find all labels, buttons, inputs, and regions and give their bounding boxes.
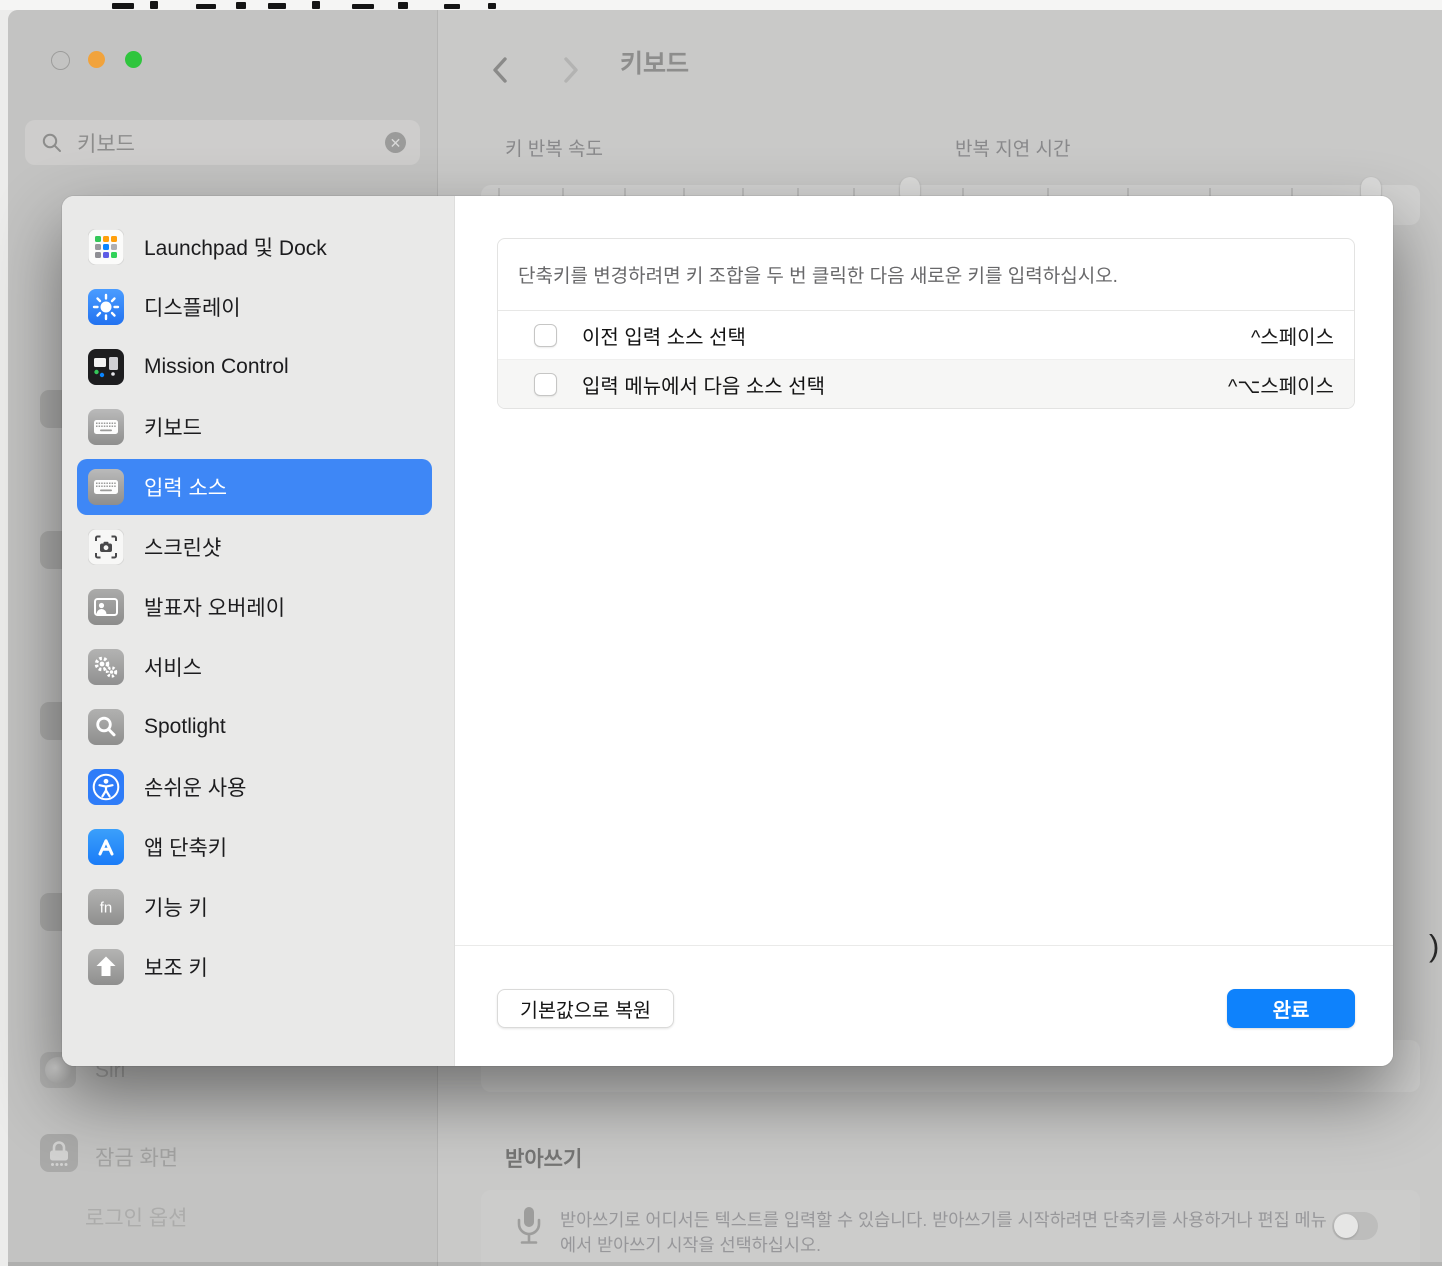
sidebar-item-label: Mission Control bbox=[144, 355, 289, 379]
screenshot-icon bbox=[88, 529, 124, 565]
sidebar-item-label: 발표자 오버레이 bbox=[144, 592, 285, 622]
shortcuts-category-sidebar: Launchpad 및 Dock 디스플레이 Mission Control 키보드입… bbox=[62, 196, 455, 1066]
lock-icon bbox=[40, 1134, 78, 1172]
spotlight-icon bbox=[88, 709, 124, 745]
repeat-delay-label: 반복 지연 시간 bbox=[955, 134, 1070, 161]
dictation-toggle[interactable] bbox=[1332, 1212, 1378, 1240]
sidebar-item-3[interactable]: 키보드 bbox=[77, 399, 432, 455]
search-clear-icon[interactable]: ✕ bbox=[385, 132, 406, 153]
sidebar-item-9[interactable]: 손쉬운 사용 bbox=[77, 759, 432, 815]
right-edge-glyph: ) bbox=[1429, 928, 1439, 964]
svg-text:fn: fn bbox=[100, 900, 113, 917]
function-keys-icon: fn bbox=[88, 889, 124, 925]
instruction-text: 단축키를 변경하려면 키 조합을 두 번 클릭한 다음 새로운 키를 입력하십시… bbox=[498, 239, 1354, 311]
key-repeat-label: 키 반복 속도 bbox=[505, 134, 603, 161]
shortcut-row[interactable]: 입력 메뉴에서 다음 소스 선택 ^⌥스페이스 bbox=[498, 359, 1354, 408]
back-chevron-icon[interactable] bbox=[489, 54, 511, 86]
shortcuts-content: 단축키를 변경하려면 키 조합을 두 번 클릭한 다음 새로운 키를 입력하십시… bbox=[455, 196, 1393, 1066]
shortcut-keys: ^스페이스 bbox=[1251, 321, 1334, 350]
zoom-window-button[interactable] bbox=[125, 51, 142, 68]
mission-control-icon bbox=[88, 349, 124, 385]
sidebar-item-11[interactable]: fn 기능 키 bbox=[77, 879, 432, 935]
sidebar-item-label: 서비스 bbox=[144, 652, 202, 682]
sidebar-item-2[interactable]: Mission Control bbox=[77, 339, 432, 395]
microphone-icon bbox=[515, 1204, 543, 1257]
dictation-description: 받아쓰기로 어디서든 텍스트를 입력할 수 있습니다. 받아쓰기를 시작하려면 … bbox=[560, 1208, 1340, 1258]
display-icon bbox=[88, 289, 124, 325]
restore-defaults-button[interactable]: 기본값으로 복원 bbox=[497, 989, 674, 1028]
modifier-keys-icon bbox=[88, 949, 124, 985]
sidebar-item-label: 앱 단축키 bbox=[144, 832, 227, 862]
search-input[interactable] bbox=[75, 130, 359, 156]
done-button[interactable]: 완료 bbox=[1227, 989, 1355, 1028]
search-icon bbox=[41, 132, 63, 154]
sidebar-item-12[interactable]: 보조 키 bbox=[77, 939, 432, 995]
sidebar-item-label: 기능 키 bbox=[144, 892, 208, 922]
forward-chevron-icon[interactable] bbox=[560, 54, 582, 86]
shortcut-checkbox[interactable] bbox=[534, 324, 557, 347]
sidebar-item-label: Spotlight bbox=[144, 715, 226, 739]
sidebar-item-label: 스크린샷 bbox=[144, 532, 221, 562]
shortcuts-table: 단축키를 변경하려면 키 조합을 두 번 클릭한 다음 새로운 키를 입력하십시… bbox=[497, 238, 1355, 409]
sidebar-item-label: 손쉬운 사용 bbox=[144, 772, 246, 802]
close-window-button[interactable] bbox=[51, 51, 70, 70]
sidebar-item-0[interactable]: Launchpad 및 Dock bbox=[77, 219, 432, 275]
footer-divider bbox=[455, 945, 1393, 946]
input-sources-icon bbox=[88, 469, 124, 505]
dictation-heading: 받아쓰기 bbox=[505, 1143, 582, 1173]
sidebar-item-label: 입력 소스 bbox=[144, 472, 227, 502]
top-cutoff-strip bbox=[0, 0, 1442, 10]
accessibility-icon bbox=[88, 769, 124, 805]
dictation-card: 받아쓰기로 어디서든 텍스트를 입력할 수 있습니다. 받아쓰기를 시작하려면 … bbox=[481, 1190, 1420, 1266]
shortcut-label: 입력 메뉴에서 다음 소스 선택 bbox=[582, 370, 825, 399]
sidebar-item-label: Launchpad 및 Dock bbox=[144, 232, 327, 262]
sidebar-item-7[interactable]: 서비스 bbox=[77, 639, 432, 695]
sidebar-item-login-options[interactable]: 로그인 옵션 bbox=[85, 1202, 187, 1232]
sidebar-item-label: 키보드 bbox=[144, 412, 202, 442]
sidebar-item-8[interactable]: Spotlight bbox=[77, 699, 432, 755]
keyboard-shortcuts-dialog: Launchpad 및 Dock디스플레이Mission Control키보드입… bbox=[62, 196, 1393, 1066]
shortcut-row[interactable]: 이전 입력 소스 선택 ^스페이스 bbox=[498, 311, 1354, 359]
sidebar-item-label: 보조 키 bbox=[144, 952, 208, 982]
services-icon bbox=[88, 649, 124, 685]
presenter-overlay-icon bbox=[88, 589, 124, 625]
sidebar-item-5[interactable]: 스크린샷 bbox=[77, 519, 432, 575]
sidebar-item-label: 디스플레이 bbox=[144, 292, 241, 322]
sidebar-search-field[interactable]: ✕ bbox=[25, 120, 420, 165]
keyboard-icon bbox=[88, 409, 124, 445]
sidebar-item-4[interactable]: 입력 소스 bbox=[77, 459, 432, 515]
shortcut-label: 이전 입력 소스 선택 bbox=[582, 321, 746, 350]
sidebar-item-lock-screen[interactable]: 잠금 화면 bbox=[95, 1142, 178, 1172]
sidebar-item-1[interactable]: 디스플레이 bbox=[77, 279, 432, 335]
sidebar-item-10[interactable]: 앱 단축키 bbox=[77, 819, 432, 875]
minimize-window-button[interactable] bbox=[88, 51, 105, 68]
page-title: 키보드 bbox=[620, 44, 689, 80]
shortcut-keys: ^⌥스페이스 bbox=[1228, 370, 1334, 399]
shortcut-checkbox[interactable] bbox=[534, 373, 557, 396]
app-shortcuts-icon bbox=[88, 829, 124, 865]
sidebar-item-6[interactable]: 발표자 오버레이 bbox=[77, 579, 432, 635]
launchpad-icon bbox=[88, 229, 124, 265]
